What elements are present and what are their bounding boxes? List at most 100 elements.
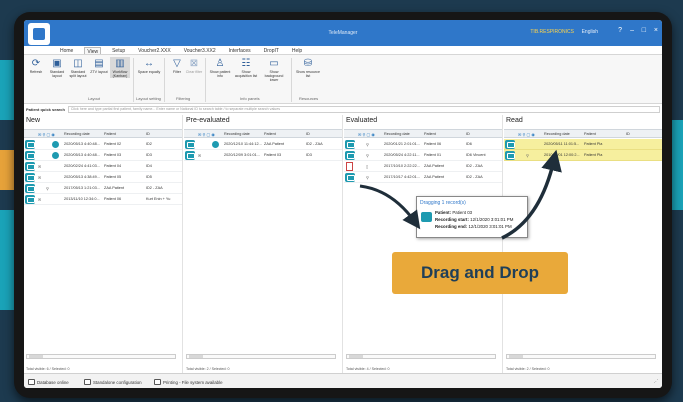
help-icon[interactable]: ? [618, 27, 622, 34]
search-icon: ⚲ [366, 176, 369, 180]
table-row[interactable]: ✉ 2020/02/24 4:41:03... Patient 04 ID4 [24, 161, 182, 172]
table-row[interactable]: 2020/05/13 4:40:48... Patient 03 ID3 [24, 150, 182, 161]
record-list: 2020/12/10 11:44:12... ZAA Patient ID2 - Z… [184, 139, 342, 161]
recording-state-icon [25, 195, 35, 204]
acquisition-icon: ☷ [241, 57, 251, 69]
table-row[interactable]: ✉ 2020/05/13 4:38:49... Patient 05 ID5 [24, 172, 182, 183]
document-icon [346, 162, 353, 171]
title-bar: TeleManager TIB.RESPIRONICS English ? – … [24, 20, 662, 46]
table-row[interactable]: 2020/12/10 11:44:12... ZAA Patient ID2 - Z… [184, 139, 342, 150]
header-recording-date[interactable]: Recording date [384, 132, 410, 136]
header-id[interactable]: ID [626, 132, 630, 136]
table-row[interactable]: ✉ 2020/12/09 3:01:01... Patient 03 ID3 [184, 150, 342, 161]
layout-icon: ▣ [52, 57, 62, 69]
table-row[interactable]: ⚲ 2020/05/24 4:22:11... Patient 01 ID6 Vinc… [344, 150, 502, 161]
show-acquisition-list-button[interactable]: ☷ Show acquisition list [233, 57, 259, 79]
table-row[interactable]: ⚲ 2017/10/17 4:42:01... ZAA Patient ID2 - Z… [344, 172, 502, 183]
clear-filter-button[interactable]: ⊠ Clear filter [184, 57, 204, 75]
record-list: ⚲ 2020/01/21 2:01:01... Patient 06 ID6 ⚲ 202… [344, 139, 502, 183]
background-accent [671, 120, 683, 210]
language-selector[interactable]: English [582, 29, 598, 35]
column-header: ✉ ⚲ ▢ ◉ Recording date Patient ID [24, 129, 182, 138]
header-patient[interactable]: Patient [584, 132, 596, 136]
document-small-icon: ▯ [366, 165, 369, 169]
quick-search-input[interactable]: Click here and type partial first patien… [67, 105, 660, 113]
recording-state-icon [25, 140, 35, 149]
recording-state-icon [345, 140, 355, 149]
header-recording-date[interactable]: Recording date [224, 132, 250, 136]
horizontal-scrollbar[interactable] [346, 354, 496, 359]
table-row[interactable]: ⚲ 2010/11/01 12:00:2... Patient Pla [504, 150, 662, 161]
column-header: ✉ ⚲ ▢ ◉ Recording date Patient ID [504, 129, 662, 138]
column-footer: Total visible: 2 / Selected: 0 [186, 367, 230, 371]
header-recording-date[interactable]: Recording date [64, 132, 90, 136]
status-printing: Printing - File system available [154, 379, 223, 385]
header-patient[interactable]: Patient [264, 132, 276, 136]
refresh-button[interactable]: ⟳ Refresh [26, 57, 46, 75]
configuration-icon [84, 379, 91, 385]
resource-icon: ⛁ [303, 57, 313, 69]
header-patient[interactable]: Patient [424, 132, 436, 136]
search-icon: ⚲ [46, 187, 49, 191]
device-icon [52, 152, 59, 159]
filter-column-icon[interactable]: ✉ ⚲ ▢ ◉ [358, 132, 375, 137]
column-title: Evaluated [346, 117, 378, 124]
column-footer: Total visible: 6 / Selected: 0 [26, 367, 70, 371]
show-background-lower-button[interactable]: ▭ Show background lower [260, 57, 288, 83]
table-row[interactable]: 2020/05/11 11:01:5... Patient Pla [504, 139, 662, 150]
user-name: TIB.RESPIRONICS [530, 29, 574, 35]
column-new: New ✉ ⚲ ▢ ◉ Recording date Patient ID 20… [24, 115, 183, 373]
header-recording-date[interactable]: Recording date [544, 132, 570, 136]
minimize-icon[interactable]: – [630, 27, 634, 34]
table-row[interactable]: ✉ 2013/11/10 12:34:0... Patient 06 Kurt Eni… [24, 194, 182, 205]
record-list: 2020/05/11 11:01:5... Patient Pla ⚲ 2010/1… [504, 139, 662, 161]
drag-tooltip-title: Dragging 1 record(s) [420, 200, 466, 206]
horizontal-scrollbar[interactable] [26, 354, 176, 359]
filter-column-icon[interactable]: ✉ ⚲ ▢ ◉ [38, 132, 55, 137]
column-header: ✉ ⚲ ▢ ◉ Recording date Patient ID [184, 129, 342, 138]
show-resource-list-button[interactable]: ⛁ Show resource list [294, 57, 322, 79]
workflow-kanban-button[interactable]: ▥ Workflow (Kanban) [110, 57, 130, 79]
table-row[interactable]: ⚲ 2020/01/21 2:01:01... Patient 06 ID6 [344, 139, 502, 150]
status-configuration: Standalone configuration [84, 379, 142, 385]
horizontal-scrollbar[interactable] [506, 354, 656, 359]
header-id[interactable]: ID [146, 132, 150, 136]
filter-column-icon[interactable]: ✉ ⚲ ▢ ◉ [518, 132, 535, 137]
filter-column-icon[interactable]: ✉ ⚲ ▢ ◉ [198, 132, 215, 137]
mail-icon: ✉ [38, 165, 42, 169]
horizontal-scrollbar[interactable] [186, 354, 336, 359]
table-row[interactable]: 2020/05/13 4:40:48... Patient 02 ID2 [24, 139, 182, 150]
group-label-resources: Resources [299, 96, 319, 101]
app-screen: TeleManager TIB.RESPIRONICS English ? – … [24, 20, 662, 388]
table-row[interactable]: ▯ 2017/10/10 2:22:22... ZAA Patient ID2 - Z… [344, 161, 502, 172]
recording-state-icon [345, 151, 355, 160]
space-equally-button[interactable]: ↔ Space equally [137, 57, 161, 75]
show-patient-info-button[interactable]: ♙ Show patient info [208, 57, 232, 79]
recording-state-icon [25, 162, 35, 171]
header-id[interactable]: ID [466, 132, 470, 136]
background-accent [0, 150, 14, 190]
standard-split-layout-button[interactable]: ◫ Standard split layout [68, 57, 88, 79]
maximize-icon[interactable]: □ [642, 27, 646, 34]
patient-icon: ♙ [215, 57, 225, 69]
recording-state-icon [505, 151, 515, 160]
device-icon [52, 141, 59, 148]
close-icon[interactable]: × [654, 27, 658, 34]
mail-icon: ✉ [38, 198, 42, 202]
header-id[interactable]: ID [306, 132, 310, 136]
recording-state-icon [345, 173, 355, 182]
separator [133, 58, 134, 102]
drag-tooltip-end: Recording end: 12/1/2020 3:01:01 PM [435, 224, 512, 229]
quick-search-label: Patient quick search [26, 106, 65, 112]
header-patient[interactable]: Patient [104, 132, 116, 136]
table-row[interactable]: ⚲ 2017/05/13 1:21:03... ZAA Patient ID2 - Z… [24, 183, 182, 194]
ztv-layout-icon: ▤ [94, 57, 104, 69]
recording-state-icon [25, 173, 35, 182]
background-accent [0, 60, 14, 120]
space-equally-icon: ↔ [144, 57, 154, 69]
drag-tooltip: Dragging 1 record(s) Patient: Patient 03… [416, 196, 528, 238]
standard-layout-button[interactable]: ▣ Standard layout [47, 57, 67, 79]
resize-grip-icon[interactable]: ⋰ [654, 379, 658, 385]
ztv-layout-button[interactable]: ▤ ZTV layout [89, 57, 109, 75]
separator [291, 58, 292, 102]
